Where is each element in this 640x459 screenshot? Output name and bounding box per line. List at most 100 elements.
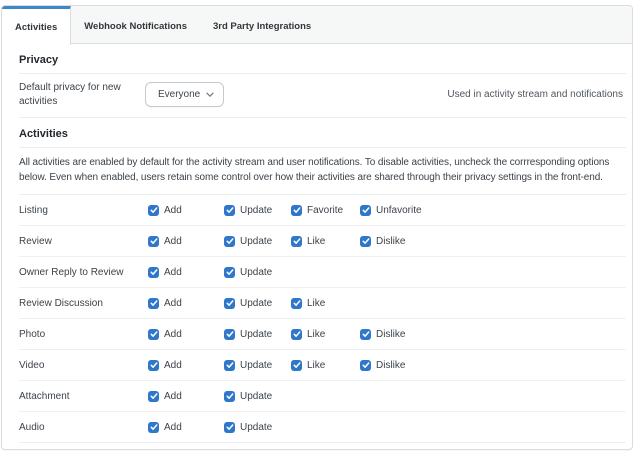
checkbox-option-dislike[interactable]: Dislike [360,360,626,371]
checkbox-label: Like [307,236,325,247]
check-icon [150,423,158,431]
check-icon [150,237,158,245]
checkbox-label: Add [164,360,182,371]
checkbox-label: Update [240,360,272,371]
checkbox-dislike[interactable] [360,360,371,371]
settings-panel: ActivitiesWebhook Notifications3rd Party… [1,5,633,450]
checkbox-option-dislike[interactable]: Dislike [360,236,626,247]
checkbox-option-update[interactable]: Update [224,267,291,278]
checkbox-update[interactable] [224,236,235,247]
check-icon [150,268,158,276]
checkbox-option-add[interactable]: Add [148,236,224,247]
checkbox-option-update[interactable]: Update [224,422,291,433]
checkbox-option-unfavorite[interactable]: Unfavorite [360,205,626,216]
checkbox-label: Update [240,298,272,309]
check-icon [293,361,301,369]
checkbox-label: Add [164,205,182,216]
check-icon [226,361,234,369]
checkbox-like[interactable] [291,360,302,371]
checkbox-update[interactable] [224,422,235,433]
activity-rows: ListingAddUpdateFavoriteUnfavoriteReview… [19,195,626,443]
default-privacy-select[interactable]: Everyone [145,82,224,107]
checkbox-update[interactable] [224,298,235,309]
checkbox-like[interactable] [291,236,302,247]
checkbox-add[interactable] [148,267,159,278]
activities-description: All activities are enabled by default fo… [19,148,626,195]
check-icon [150,206,158,214]
checkbox-option-add[interactable]: Add [148,267,224,278]
chevron-down-icon [206,92,214,98]
checkbox-add[interactable] [148,422,159,433]
checkbox-option-like[interactable]: Like [291,298,360,309]
checkbox-option-add[interactable]: Add [148,329,224,340]
tab-3rd-party-integrations[interactable]: 3rd Party Integrations [200,6,324,43]
checkbox-option-favorite[interactable]: Favorite [291,205,360,216]
checkbox-update[interactable] [224,329,235,340]
activity-row: Audio Add Update [19,412,626,443]
check-icon [226,330,234,338]
checkbox-label: Add [164,422,182,433]
check-icon [362,206,370,214]
checkbox-add[interactable] [148,360,159,371]
checkbox-label: Favorite [307,205,343,216]
activity-row: AttachmentAddUpdate [19,381,626,412]
check-icon [293,330,301,338]
checkbox-update[interactable] [224,391,235,402]
checkbox-label: Add [164,391,182,402]
check-icon [226,268,234,276]
checkbox-add[interactable] [148,391,159,402]
checkbox-label: Update [240,236,272,247]
checkbox-option-like[interactable]: Like [291,236,360,247]
checkbox-dislike[interactable] [360,236,371,247]
checkbox-like[interactable] [291,329,302,340]
checkbox-add[interactable] [148,236,159,247]
checkbox-label: Update [240,391,272,402]
activity-row-label: Photo [19,329,148,340]
checkbox-update[interactable] [224,360,235,371]
checkbox-favorite[interactable] [291,205,302,216]
tab-bar: ActivitiesWebhook Notifications3rd Party… [2,6,632,44]
checkbox-update[interactable] [224,205,235,216]
checkbox-label: Unfavorite [376,205,422,216]
settings-content: Privacy Default privacy for new activiti… [2,44,632,443]
check-icon [150,361,158,369]
tab-webhook-notifications[interactable]: Webhook Notifications [71,6,200,43]
checkbox-label: Dislike [376,360,405,371]
checkbox-option-update[interactable]: Update [224,205,291,216]
checkbox-option-add[interactable]: Add [148,298,224,309]
checkbox-like[interactable] [291,298,302,309]
checkbox-option-like[interactable]: Like [291,329,360,340]
check-icon [150,330,158,338]
activity-row-label: Owner Reply to Review [19,267,148,278]
checkbox-label: Update [240,329,272,340]
check-icon [362,330,370,338]
checkbox-option-add[interactable]: Add [148,422,224,433]
activity-row: ReviewAddUpdateLikeDislike [19,226,626,257]
checkbox-option-like[interactable]: Like [291,360,360,371]
checkbox-unfavorite[interactable] [360,205,371,216]
checkbox-option-update[interactable]: Update [224,236,291,247]
check-icon [226,423,234,431]
tab-activities[interactable]: Activities [2,6,71,45]
checkbox-add[interactable] [148,298,159,309]
check-icon [150,392,158,400]
checkbox-label: Dislike [376,236,405,247]
checkbox-label: Like [307,298,325,309]
activity-row: Owner Reply to ReviewAdd Update [19,257,626,288]
activity-row-label: Audio [19,422,148,433]
checkbox-option-update[interactable]: Update [224,360,291,371]
checkbox-option-update[interactable]: Update [224,298,291,309]
checkbox-option-dislike[interactable]: Dislike [360,329,626,340]
checkbox-dislike[interactable] [360,329,371,340]
checkbox-update[interactable] [224,267,235,278]
checkbox-add[interactable] [148,205,159,216]
checkbox-label: Update [240,267,272,278]
checkbox-option-add[interactable]: Add [148,360,224,371]
checkbox-option-update[interactable]: Update [224,329,291,340]
check-icon [226,299,234,307]
checkbox-option-add[interactable]: Add [148,205,224,216]
checkbox-add[interactable] [148,329,159,340]
check-icon [226,237,234,245]
checkbox-option-update[interactable]: Update [224,391,291,402]
checkbox-option-add[interactable]: Add [148,391,224,402]
